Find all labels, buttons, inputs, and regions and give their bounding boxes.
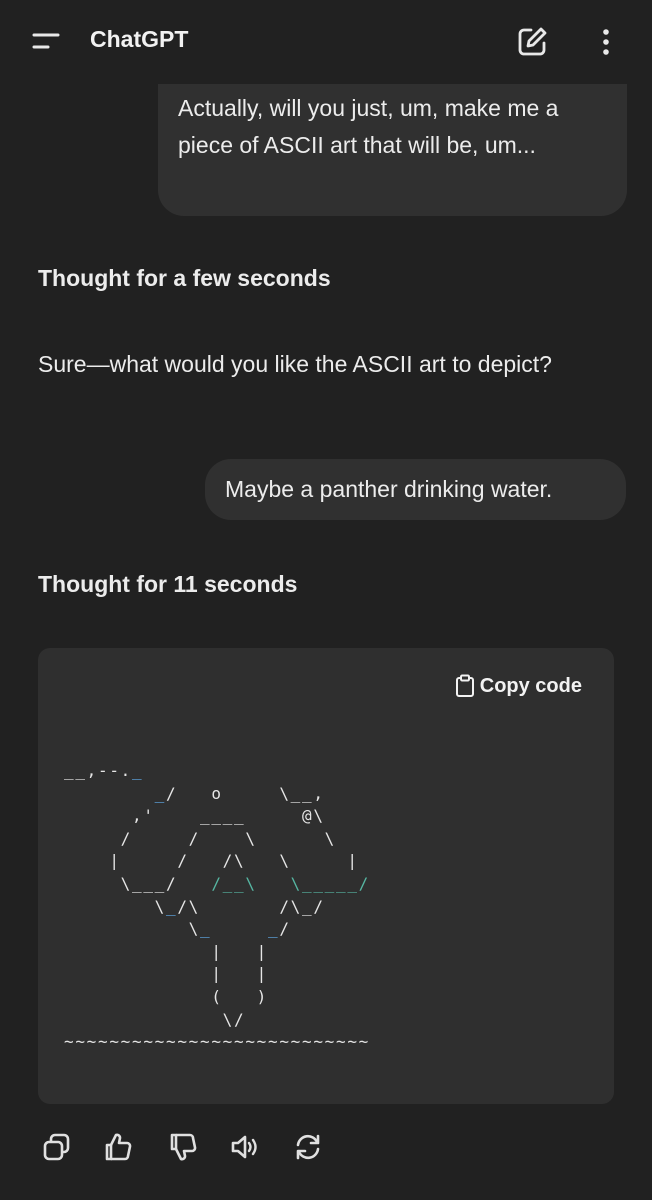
ascii-line: | |	[64, 964, 268, 984]
chat-screen: ChatGPT Actually, will you just, um, mak…	[0, 0, 652, 1200]
ascii-line: ~~~~~~~~~~~~~~~~~~~~~~~~~~~	[64, 1032, 370, 1052]
copy-icon[interactable]	[40, 1130, 74, 1164]
edit-icon[interactable]	[512, 22, 552, 62]
ascii-line: | |	[64, 941, 268, 961]
ascii-art: __,--._ _/ o \__, ,' ____ @\ / / \ \ | /…	[64, 760, 370, 1054]
copy-code-button[interactable]: Copy code	[454, 674, 582, 698]
ascii-line: ( )	[64, 986, 268, 1006]
app-title: ChatGPT	[90, 26, 189, 52]
clipboard-icon	[454, 674, 476, 698]
code-block: Copy code __,--._ _/ o \__, ,' ____ @\ /…	[38, 648, 614, 1104]
ascii-line: / / \ \	[64, 828, 336, 848]
ascii-line: _/ o \__,	[154, 783, 325, 803]
menu-icon[interactable]	[28, 24, 64, 60]
assistant-message: Sure—what would you like the ASCII art t…	[38, 351, 552, 377]
thought-label[interactable]: Thought for a few seconds	[38, 265, 331, 292]
speaker-icon[interactable]	[228, 1130, 262, 1164]
thumbs-up-icon[interactable]	[101, 1130, 135, 1164]
ascii-line: \_/\ /\_/	[64, 896, 325, 916]
top-bar: ChatGPT	[0, 0, 652, 82]
user-message: Maybe a panther drinking water.	[205, 459, 626, 520]
ascii-line: ,' ____ @\	[64, 806, 325, 826]
ascii-line: __,--._	[64, 761, 144, 780]
ascii-line: \/	[64, 1009, 246, 1029]
ascii-line: \_ _/	[64, 919, 291, 939]
regenerate-icon[interactable]	[291, 1130, 325, 1164]
thought-label[interactable]: Thought for 11 seconds	[38, 571, 297, 598]
copy-code-label: Copy code	[479, 674, 582, 697]
thumbs-down-icon[interactable]	[166, 1130, 200, 1164]
user-message: Actually, will you just, um, make me a p…	[158, 84, 627, 216]
ascii-line: | / /\ \ |	[64, 851, 359, 871]
more-vertical-icon[interactable]	[592, 22, 620, 62]
message-actions	[0, 1130, 652, 1170]
ascii-line: \___/ /__\ \_____/	[64, 873, 371, 893]
